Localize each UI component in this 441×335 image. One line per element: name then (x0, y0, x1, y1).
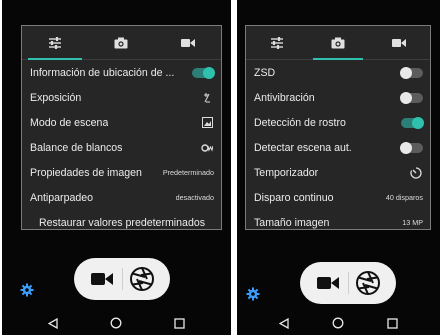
setting-antiflicker[interactable]: Antiparpadeo desactivado (22, 185, 221, 210)
shutter-aperture-icon[interactable] (355, 271, 380, 295)
setting-image-properties[interactable]: Propiedades de imagen Predeterminado (22, 160, 221, 185)
phone-screen-right: ZSD Antivibración Detección de rostro De… (237, 0, 440, 335)
setting-label: ZSD (254, 66, 276, 79)
home-icon[interactable] (110, 317, 122, 329)
tab-photo-settings[interactable] (307, 26, 368, 60)
setting-label: Exposición (30, 91, 82, 104)
setting-scene-mode[interactable]: Modo de escena (22, 110, 221, 135)
back-icon[interactable] (48, 317, 58, 329)
recents-icon[interactable] (174, 317, 185, 329)
face-detection-toggle[interactable] (401, 116, 424, 129)
settings-list: ZSD Antivibración Detección de rostro De… (246, 60, 430, 229)
tab-video-settings[interactable] (155, 26, 221, 59)
timer-icon (409, 166, 423, 180)
setting-face-detection[interactable]: Detección de rostro (246, 110, 430, 135)
setting-label: Temporizador (254, 166, 319, 179)
setting-label: Detectar escena aut. (254, 141, 352, 154)
setting-label: Propiedades de imagen (30, 166, 142, 179)
back-icon[interactable] (278, 317, 289, 329)
setting-anti-shake[interactable]: Antivibración (246, 85, 430, 110)
camera-icon (114, 37, 128, 48)
setting-location-info[interactable]: Información de ubicación de ... (22, 60, 221, 85)
white-balance-icon (200, 141, 214, 155)
setting-label: Antiparpadeo (30, 191, 94, 204)
settings-gear-icon[interactable] (246, 287, 260, 301)
auto-scene-toggle[interactable] (400, 141, 423, 154)
setting-label: Modo de escena (30, 116, 109, 129)
camera-mode-switcher (74, 258, 170, 300)
setting-value: 40 disparos (385, 193, 423, 202)
pill-divider (122, 268, 123, 290)
setting-image-size[interactable]: Tamaño imagen 13 MP (246, 210, 430, 229)
setting-auto-scene[interactable]: Detectar escena aut. (246, 135, 430, 160)
shutter-aperture-icon[interactable] (129, 267, 154, 291)
setting-value: 13 MP (402, 218, 423, 227)
tab-video-settings[interactable] (369, 26, 430, 59)
location-toggle[interactable] (192, 66, 215, 79)
setting-timer[interactable]: Temporizador (246, 160, 430, 185)
video-camera-icon (180, 38, 195, 47)
setting-label: Balance de blancos (30, 141, 123, 154)
camera-mode-switcher (300, 262, 396, 304)
video-mode-icon[interactable] (90, 272, 113, 286)
setting-label: Detección de rostro (254, 116, 346, 129)
home-icon[interactable] (332, 317, 344, 329)
setting-label: Tamaño imagen (254, 216, 330, 229)
setting-label: Disparo continuo (254, 191, 334, 204)
anti-shake-toggle[interactable] (400, 91, 423, 104)
recents-icon[interactable] (387, 317, 398, 329)
scene-icon (200, 116, 214, 130)
setting-burst-shot[interactable]: Disparo continuo 40 disparos (246, 185, 430, 210)
camera-icon (331, 37, 345, 48)
settings-panel: ZSD Antivibración Detección de rostro De… (245, 25, 431, 230)
system-navbar (237, 311, 440, 335)
tab-general-settings[interactable] (246, 26, 307, 59)
setting-exposure[interactable]: Exposición (22, 85, 221, 110)
setting-value: desactivado (175, 193, 214, 202)
setting-zsd[interactable]: ZSD (246, 60, 430, 85)
restore-defaults-label: Restaurar valores predeterminados (38, 216, 206, 229)
system-navbar (2, 311, 231, 335)
adjust-sliders-icon (49, 36, 62, 49)
restore-defaults-button[interactable]: Restaurar valores predeterminados (22, 210, 221, 229)
settings-gear-icon[interactable] (20, 283, 34, 297)
tab-general-settings[interactable] (22, 26, 88, 60)
adjust-sliders-icon (270, 36, 283, 49)
settings-tabs (246, 26, 430, 60)
setting-white-balance[interactable]: Balance de blancos (22, 135, 221, 160)
pill-divider (348, 272, 349, 294)
tab-photo-settings[interactable] (88, 26, 154, 59)
phone-screen-left: Información de ubicación de ... Exposici… (2, 0, 231, 335)
video-camera-icon (392, 38, 407, 47)
setting-label: Información de ubicación de ... (30, 66, 175, 79)
setting-label: Antivibración (254, 91, 315, 104)
setting-value: Predeterminado (162, 168, 214, 177)
video-mode-icon[interactable] (316, 276, 339, 290)
settings-panel: Información de ubicación de ... Exposici… (21, 25, 222, 230)
zsd-toggle[interactable] (400, 66, 423, 79)
exposure-icon (200, 91, 214, 105)
settings-tabs (22, 26, 221, 60)
settings-list: Información de ubicación de ... Exposici… (22, 60, 221, 229)
